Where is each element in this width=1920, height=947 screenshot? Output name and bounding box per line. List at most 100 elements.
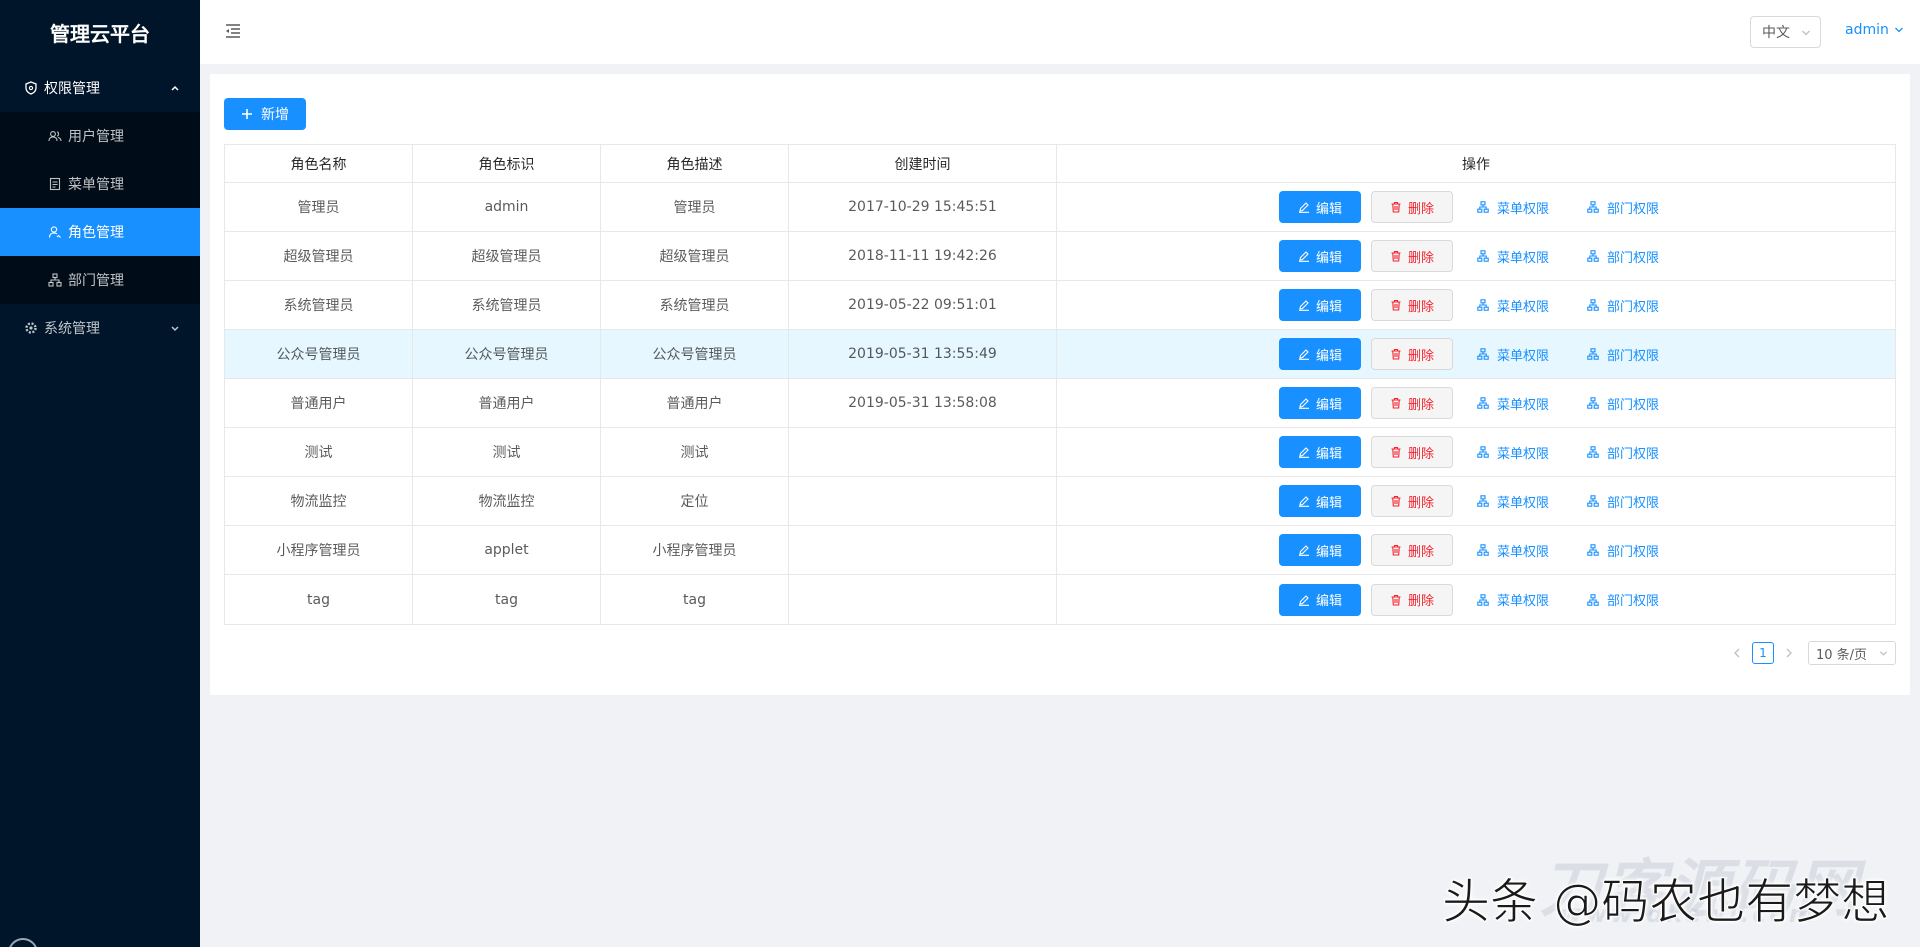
edit-button[interactable]: 编辑 — [1278, 436, 1361, 468]
sidebar-group-system[interactable]: 系统管理 — [0, 304, 200, 352]
cell-role-desc: 管理员 — [601, 183, 789, 231]
edit-button[interactable]: 编辑 — [1278, 240, 1361, 272]
cell-role-name: 公众号管理员 — [225, 330, 413, 378]
menu-permission-link[interactable]: 菜单权限 — [1463, 541, 1563, 560]
edit-button-label: 编辑 — [1315, 594, 1342, 609]
role-icon — [48, 225, 62, 239]
delete-button[interactable]: 删除 — [1370, 583, 1453, 616]
edit-icon — [1298, 201, 1310, 213]
next-page-icon[interactable] — [1782, 643, 1796, 663]
watermark-author: 头条 @码农也有梦想 — [1441, 874, 1890, 931]
edit-button-label: 编辑 — [1315, 495, 1342, 511]
sidebar-item-users[interactable]: 用户管理 — [0, 112, 200, 160]
cell-role-key: 物流监控 — [413, 477, 601, 525]
menu-permission-label: 菜单权限 — [1496, 250, 1549, 266]
dept-permission-link[interactable]: 部门权限 — [1573, 443, 1673, 462]
table-row[interactable]: 小程序管理员 applet 小程序管理员 编辑 删除 菜单权限 部门权限 — [225, 526, 1895, 575]
delete-button[interactable]: 删除 — [1370, 387, 1453, 419]
delete-icon — [1390, 348, 1402, 360]
sidebar-item-menus[interactable]: 菜单管理 — [0, 160, 200, 208]
edit-icon — [1298, 348, 1310, 360]
dept-permission-label: 部门权限 — [1607, 446, 1660, 462]
org-icon — [1587, 495, 1599, 507]
sidebar-group-permissions[interactable]: 权限管理 — [0, 64, 200, 112]
edit-button[interactable]: 编辑 — [1278, 583, 1361, 616]
cell-created-time: 2019-05-31 13:58:08 — [789, 379, 1057, 427]
column-header: 创建时间 — [789, 145, 1057, 182]
edit-button[interactable]: 编辑 — [1278, 485, 1361, 517]
delete-button-label: 删除 — [1407, 446, 1434, 462]
sidebar-item-departments[interactable]: 部门管理 — [0, 256, 200, 304]
menu-permission-label: 菜单权限 — [1496, 446, 1549, 462]
dept-permission-link[interactable]: 部门权限 — [1573, 541, 1673, 560]
table-row[interactable]: 普通用户 普通用户 普通用户 2019-05-31 13:58:08 编辑 删除 菜单权限部… — [225, 379, 1895, 428]
column-header: 角色描述 — [601, 145, 789, 182]
sidebar-group-label: 权限管理 — [44, 81, 100, 97]
dept-permission-link[interactable]: 部门权限 — [1573, 247, 1673, 266]
delete-button[interactable]: 删除 — [1370, 191, 1453, 223]
cell-role-desc: 定位 — [601, 477, 789, 525]
add-role-button[interactable]: 新增 — [224, 98, 306, 130]
menu-permission-link[interactable]: 菜单权限 — [1463, 198, 1563, 217]
cell-role-name: tag — [225, 575, 413, 624]
cell-role-key: 系统管理员 — [413, 281, 601, 329]
cell-actions: 编辑 删除 菜单权限 部门权限 — [1057, 183, 1895, 231]
prev-page-icon[interactable] — [1730, 643, 1744, 663]
edit-button-label: 编辑 — [1315, 299, 1342, 315]
dept-permission-link[interactable]: 部门权限 — [1573, 345, 1673, 364]
org-icon — [1587, 299, 1599, 311]
delete-button[interactable]: 删除 — [1370, 485, 1453, 517]
delete-button-label: 删除 — [1407, 544, 1434, 560]
delete-button[interactable]: 删除 — [1370, 289, 1453, 321]
cell-role-key: 公众号管理员 — [413, 330, 601, 378]
edit-button[interactable]: 编辑 — [1278, 289, 1361, 321]
delete-button[interactable]: 删除 — [1370, 436, 1453, 468]
menu-fold-icon[interactable] — [224, 22, 242, 40]
edit-button[interactable]: 编辑 — [1278, 191, 1361, 223]
cell-actions: 编辑 删除 菜单权限 部门权限 — [1057, 379, 1895, 427]
edit-button[interactable]: 编辑 — [1278, 534, 1361, 566]
cell-role-name: 小程序管理员 — [225, 526, 413, 574]
language-select-value: 中文 — [1762, 25, 1790, 41]
avatar[interactable] — [8, 938, 38, 947]
edit-icon — [1298, 397, 1310, 409]
dept-permission-link[interactable]: 部门权限 — [1573, 198, 1673, 217]
delete-button[interactable]: 删除 — [1370, 534, 1453, 566]
delete-button[interactable]: 删除 — [1370, 338, 1453, 370]
user-menu[interactable]: admin — [1845, 22, 1904, 38]
dept-permission-link[interactable]: 部门权限 — [1573, 590, 1673, 609]
menu-permission-link[interactable]: 菜单权限 — [1463, 247, 1563, 266]
edit-button-label: 编辑 — [1315, 348, 1342, 364]
org-icon — [1477, 348, 1489, 360]
sidebar-item-roles[interactable]: 角色管理 — [0, 208, 200, 256]
table-row[interactable]: 系统管理员 系统管理员 系统管理员 2019-05-22 09:51:01 编辑 删除 菜单… — [225, 281, 1895, 330]
table-row[interactable]: 超级管理员 超级管理员 超级管理员 2018-11-11 19:42:26 编辑 删除 菜单… — [225, 232, 1895, 281]
table-row[interactable]: 物流监控 物流监控 定位 编辑 删除 菜单权限 部门权限 — [225, 477, 1895, 526]
cell-actions: 编辑 删除 菜单权限 部门权限 — [1057, 232, 1895, 280]
org-icon — [1587, 348, 1599, 360]
menu-permission-link[interactable]: 菜单权限 — [1463, 296, 1563, 315]
page-number[interactable]: 1 — [1752, 642, 1774, 664]
menu-permission-link[interactable]: 菜单权限 — [1463, 443, 1563, 462]
edit-icon — [1298, 544, 1310, 556]
table-row[interactable]: 管理员 admin 管理员 2017-10-29 15:45:51 编辑 删除 菜单权限 部门… — [225, 183, 1895, 232]
delete-button-label: 删除 — [1407, 397, 1434, 413]
dept-permission-link[interactable]: 部门权限 — [1573, 296, 1673, 315]
table-row[interactable]: 公众号管理员 公众号管理员 公众号管理员 2019-05-31 13:55:49 编辑删… — [225, 330, 1895, 379]
language-select[interactable]: 中文 — [1750, 16, 1821, 48]
page-size-select[interactable]: 10 条/页 — [1808, 641, 1896, 665]
cell-role-name: 系统管理员 — [225, 281, 413, 329]
dept-permission-label: 部门权限 — [1607, 250, 1660, 266]
menu-permission-link[interactable]: 菜单权限 — [1463, 492, 1563, 511]
dept-permission-link[interactable]: 部门权限 — [1573, 394, 1673, 413]
menu-permission-link[interactable]: 菜单权限 — [1463, 345, 1563, 364]
cell-role-key: 普通用户 — [413, 379, 601, 427]
table-row[interactable]: tag tag tag 编辑 删除 菜单权限 部门权限 — [225, 575, 1895, 624]
edit-button[interactable]: 编辑 — [1278, 387, 1361, 419]
dept-permission-link[interactable]: 部门权限 — [1573, 492, 1673, 511]
menu-permission-link[interactable]: 菜单权限 — [1463, 394, 1563, 413]
menu-permission-link[interactable]: 菜单权限 — [1463, 590, 1563, 609]
delete-button[interactable]: 删除 — [1370, 240, 1453, 272]
edit-button[interactable]: 编辑 — [1278, 338, 1361, 370]
table-row[interactable]: 测试 测试 测试 编辑 删除 菜单权限 部门权限 — [225, 428, 1895, 477]
